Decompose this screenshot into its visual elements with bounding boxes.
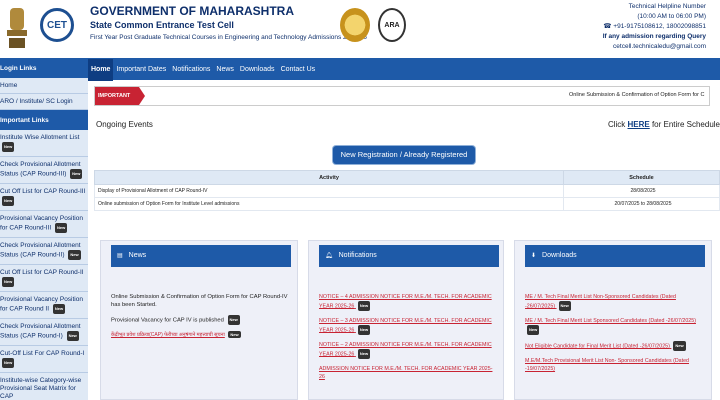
here-link[interactable]: HERE — [628, 120, 650, 129]
activity-header: Activity — [94, 170, 564, 185]
new-badge: New — [2, 358, 15, 368]
new-badge: New — [2, 142, 15, 152]
sidebar-item-link[interactable]: Cut Off List for CAP Round-II New — [0, 265, 88, 292]
sidebar-item-label: Provisional Vacancy Position for CAP Rou… — [0, 296, 83, 313]
news-item: Online Submission & Confirmation of Opti… — [111, 294, 288, 308]
sidebar-item-home[interactable]: Home — [0, 78, 88, 94]
downloads-heading: ⬇ Downloads — [525, 245, 705, 267]
sidebar-item-label: Provisional Vacancy Position for CAP Rou… — [0, 215, 83, 232]
ticker-text[interactable]: Online Submission & Confirmation of Opti… — [569, 92, 704, 98]
sidebar: Login Links Home ARO / Institute/ SC Log… — [0, 58, 88, 400]
activity-cell: Display of Provisional Allotment of CAP … — [94, 184, 564, 198]
notifications-panel: 🔔︎ Notifications NOTICE – 4 ADMISSION NOT… — [308, 240, 504, 400]
nav-contact-us[interactable]: Contact Us — [278, 59, 319, 81]
downloads-body: ME / M. Tech Final Merit List Non-Sponso… — [525, 293, 705, 379]
nav-notifications[interactable]: Notifications — [169, 59, 213, 81]
sidebar-item-label: Cut Off List for CAP Round-III — [0, 188, 86, 195]
new-badge: New — [70, 169, 83, 179]
notifications-heading: 🔔︎ Notifications — [319, 245, 499, 267]
new-badge: New — [2, 277, 15, 287]
notification-link[interactable]: NOTICE – 3 ADMISSION NOTICE FOR M.E./M. … — [319, 317, 497, 335]
new-badge: New — [55, 223, 68, 233]
national-emblem-icon — [7, 8, 27, 48]
ongoing-events-title: Ongoing Events — [96, 120, 153, 129]
nav-home[interactable]: Home — [88, 59, 114, 81]
new-badge: New — [228, 331, 241, 338]
sidebar-item-link[interactable]: Check Provisional Allotment Status (CAP … — [0, 319, 88, 346]
ticker-label: IMPORTANT — [95, 87, 145, 105]
notification-link[interactable]: NOTICE – 4 ADMISSION NOTICE FOR M.E./M. … — [319, 293, 497, 311]
new-badge: New — [52, 304, 66, 314]
sidebar-item-label: Cut Off List for CAP Round-II — [0, 269, 84, 276]
downloads-panel: ⬇ Downloads ME / M. Tech Final Merit List… — [514, 240, 712, 400]
registration-button[interactable]: New Registration / Already Registered — [333, 146, 475, 164]
sidebar-item-label: Check Provisional Allotment Status (CAP … — [0, 161, 81, 178]
activity-cell: Online submission of Option Form for Ins… — [94, 197, 564, 211]
download-link[interactable]: Not Eligible Candidate for Final Merit L… — [525, 341, 705, 351]
seal-logo — [340, 8, 370, 42]
new-badge: New — [2, 196, 15, 206]
new-badge: New — [227, 315, 240, 325]
bell-icon: 🔔︎ — [325, 253, 333, 259]
cet-logo: CET — [40, 8, 74, 42]
download-icon: ⬇ — [531, 253, 537, 259]
header-course-line: First Year Post Graduate Technical Cours… — [90, 34, 367, 41]
helpline-box: Technical Helpline Number (10:00 AM to 0… — [603, 2, 706, 52]
sidebar-item-label: Institute-wise Category-wise Provisional… — [0, 377, 82, 400]
download-link[interactable]: ME / M. Tech Final Merit List Non-Sponso… — [525, 293, 705, 311]
sidebar-item-link[interactable]: Cut Off List for CAP Round-III New — [0, 184, 88, 211]
site-header: CET GOVERNMENT OF MAHARASHTRA State Comm… — [0, 0, 720, 58]
sidebar-item-label: Institute Wise Allotment List — [0, 134, 80, 141]
news-panel: ▤ News Online Submission & Confirmation o… — [100, 240, 298, 400]
news-item[interactable]: केंद्रीभूत प्रवेश प्रक्रिया(CAP) फेरीच्य… — [111, 331, 291, 338]
table-row: Online submission of Option Form for Ins… — [94, 197, 720, 211]
nav-important-dates[interactable]: Important Dates — [113, 59, 169, 81]
new-badge: New — [66, 331, 79, 341]
news-heading: ▤ News — [111, 245, 291, 267]
date-cell: 28/08/2025 — [563, 184, 720, 198]
download-link[interactable]: M.E/M.Tech Provisional Merit List Non- S… — [525, 357, 705, 373]
sidebar-important-heading: Important Links — [0, 110, 88, 130]
notification-link[interactable]: ADMISSION NOTICE FOR M.E./M. TECH. FOR A… — [319, 365, 497, 381]
sidebar-item-login[interactable]: ARO / Institute/ SC Login — [0, 94, 88, 110]
table-row: Display of Provisional Allotment of CAP … — [94, 184, 720, 198]
sidebar-item-link[interactable]: Check Provisional Allotment Status (CAP … — [0, 157, 88, 184]
sidebar-item-link[interactable]: Check Provisional Allotment Status (CAP … — [0, 238, 88, 265]
header-subtitle: State Common Entrance Test Cell — [90, 20, 234, 30]
notification-link[interactable]: NOTICE – 2 ADMISSION NOTICE FOR M.E./M. … — [319, 341, 497, 359]
helpline-title: Technical Helpline Number — [628, 3, 706, 10]
sidebar-item-link[interactable]: Institute Wise Allotment List New — [0, 130, 88, 157]
important-ticker: IMPORTANT Online Submission & Confirmati… — [94, 86, 710, 106]
helpline-email[interactable]: cetcell.technicaledu@gmail.com — [603, 42, 706, 52]
nav-news[interactable]: News — [213, 59, 237, 81]
sidebar-item-link[interactable]: Provisional Vacancy Position for CAP Rou… — [0, 211, 88, 238]
download-link[interactable]: ME / M. Tech Final Merit List Sponsored … — [525, 317, 705, 335]
notifications-body: NOTICE – 4 ADMISSION NOTICE FOR M.E./M. … — [319, 293, 497, 387]
date-cell: 20/07/2025 to 28/08/2025 — [563, 197, 720, 211]
news-body: Online Submission & Confirmation of Opti… — [111, 293, 291, 338]
nav-downloads[interactable]: Downloads — [237, 59, 278, 81]
header-title: GOVERNMENT OF MAHARASHTRA — [90, 4, 294, 18]
schedule-table: Activity Schedule Display of Provisional… — [94, 170, 720, 211]
entire-schedule-text: Click HERE for Entire Schedule — [607, 120, 720, 129]
schedule-header: Schedule — [563, 170, 720, 185]
sidebar-item-label: Cut-Off List For CAP Round-I — [0, 350, 85, 357]
helpline-hours: (10:00 AM to 06:00 PM) — [637, 13, 706, 20]
main-nav: Home Important Dates Notifications News Down… — [88, 58, 720, 81]
query-text: If any admission regarding Query — [602, 33, 706, 40]
sidebar-item-link[interactable]: Institute-wise Category-wise Provisional… — [0, 373, 88, 400]
new-badge: New — [68, 250, 81, 260]
sidebar-item-link[interactable]: Provisional Vacancy Position for CAP Rou… — [0, 292, 88, 319]
sidebar-item-link[interactable]: Cut-Off List For CAP Round-I New — [0, 346, 88, 373]
ara-logo: ARA — [378, 8, 406, 42]
sidebar-login-heading: Login Links — [0, 58, 88, 78]
helpline-numbers: ☎ +91-9175108612, 18002098851 — [603, 23, 706, 30]
news-item: Provisional Vacancy for CAP IV is publis… — [111, 315, 240, 325]
newspaper-icon: ▤ — [117, 253, 123, 259]
